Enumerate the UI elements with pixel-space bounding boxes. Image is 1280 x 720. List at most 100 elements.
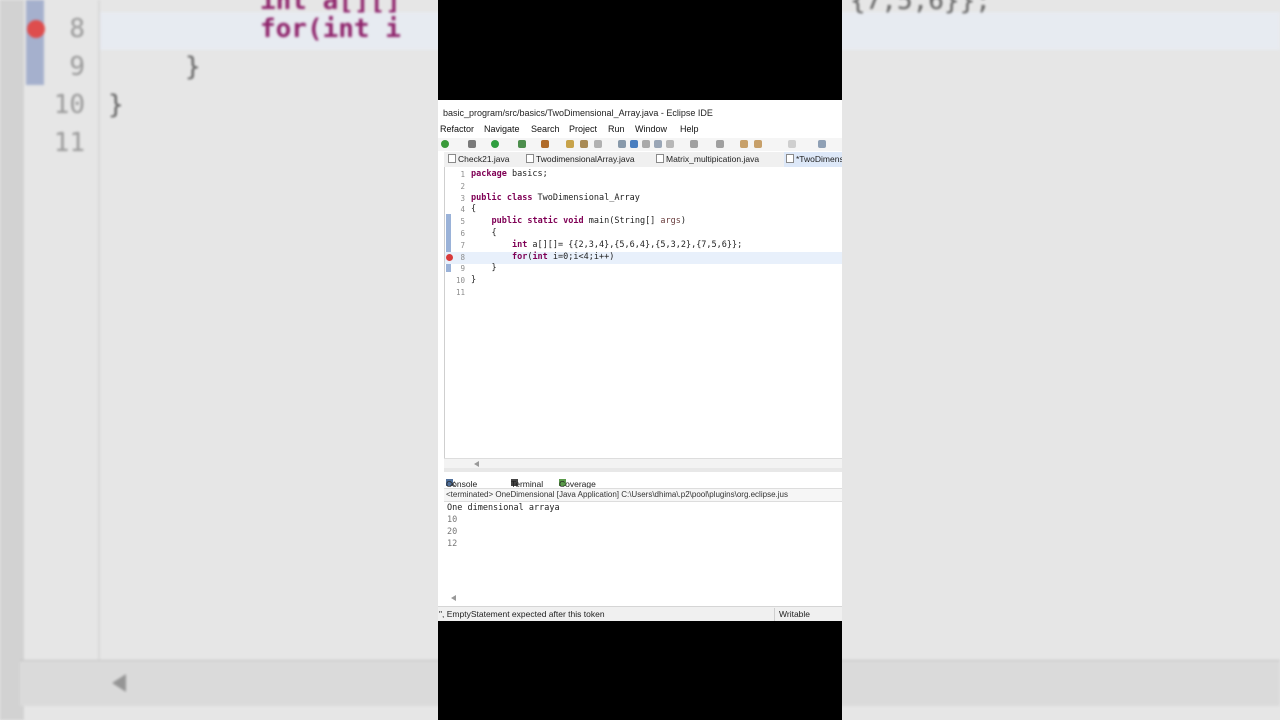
console-line: 20 [447, 527, 458, 537]
tab-check21[interactable]: Check21.java [448, 154, 510, 164]
search-icon[interactable] [594, 140, 602, 148]
tab-matrix-multipication[interactable]: Matrix_multipication.java [656, 154, 759, 164]
scroll-left-icon[interactable] [474, 461, 479, 467]
error-icon[interactable] [446, 253, 453, 261]
tab-label: Check21.java [458, 154, 510, 164]
code-token: a[][]= {{2,3,4},{5,6,4},{5,3,2},{7,5,6}}… [527, 239, 743, 250]
line-number: 10 [455, 276, 465, 286]
open-task-icon[interactable] [580, 140, 588, 148]
status-message: ", EmptyStatement expected after this to… [439, 609, 605, 619]
java-file-icon [448, 154, 456, 163]
code-line[interactable]: 6 { [445, 228, 842, 240]
code-text: int a[][]= {{2,3,4},{5,6,4},{5,3,2},{7,5… [471, 240, 742, 250]
bottom-panel-tabs: Console ✕ Terminal Coverage [444, 473, 842, 489]
code-line[interactable]: 7 int a[][]= {{2,3,4},{5,6,4},{5,3,2},{7… [445, 240, 842, 252]
pin-icon[interactable] [618, 140, 626, 148]
code-token: int [532, 251, 548, 262]
coverage-icon[interactable] [518, 140, 526, 148]
whitespace-icon[interactable] [666, 140, 674, 148]
code-token: main(String[] [583, 216, 661, 227]
bg-line-number: 8 [69, 14, 85, 44]
code-token: public [471, 192, 502, 203]
bg-code-line: } [185, 52, 201, 82]
block-select-icon[interactable] [654, 140, 662, 148]
code-line[interactable]: 11 [445, 287, 842, 299]
scroll-left-icon[interactable] [451, 595, 456, 601]
bg-line-number: 10 [53, 90, 85, 120]
code-token: for [511, 251, 528, 262]
code-token: } [471, 275, 477, 286]
console-line: 12 [447, 539, 458, 549]
menu-navigate[interactable]: Navigate [484, 124, 520, 134]
tab-twodimensional-array[interactable]: *TwoDimens [784, 152, 842, 167]
letterbox-bottom [438, 621, 842, 720]
code-line[interactable]: 3 public class TwoDimensional_Array [445, 193, 842, 205]
run-icon[interactable] [491, 140, 499, 148]
external-tools-icon[interactable] [541, 140, 549, 148]
new-icon[interactable] [441, 140, 449, 148]
bg-code-line: } [108, 90, 124, 120]
code-text: } [471, 275, 476, 285]
debug-icon[interactable] [468, 140, 476, 148]
console-line: 10 [447, 515, 458, 525]
code-editor[interactable]: 1 package basics; 2 3 public class TwoDimens… [444, 167, 842, 467]
code-line[interactable]: 9 } [445, 263, 842, 275]
code-text: public class TwoDimensional_Array [471, 193, 640, 203]
tab-label: *TwoDimens [796, 154, 842, 164]
menu-search[interactable]: Search [531, 124, 560, 134]
code-line[interactable]: 1 package basics; [445, 169, 842, 181]
code-text: for(int i=0;i<4;i++) [471, 252, 614, 262]
highlight-icon[interactable] [630, 140, 638, 148]
toggle-icon[interactable] [642, 140, 650, 148]
code-line[interactable]: 8 for(int i=0;i<4;i++) [445, 251, 842, 264]
letterbox-top [438, 0, 842, 100]
menu-refactor[interactable]: Refactor [440, 124, 474, 134]
code-token: int [511, 239, 528, 250]
bg-line-number: 9 [69, 52, 85, 82]
menu-run[interactable]: Run [608, 124, 625, 134]
console-horizontal-scrollbar[interactable] [444, 593, 842, 603]
code-text: } [471, 263, 497, 274]
line-number: 7 [460, 240, 465, 250]
line-number: 3 [460, 193, 465, 203]
code-text: { [471, 204, 476, 214]
console-line: One dimensional arraya [447, 503, 560, 513]
line-number: 5 [460, 217, 465, 227]
java-file-icon [526, 154, 534, 163]
status-write-mode: Writable [779, 609, 811, 619]
menu-window[interactable]: Window [635, 124, 667, 134]
line-number: 6 [460, 229, 465, 238]
open-perspective-icon[interactable] [818, 140, 826, 148]
code-token: } [471, 263, 497, 274]
forward-icon[interactable] [788, 140, 796, 148]
code-token: ) [680, 216, 687, 227]
line-number: 9 [460, 264, 465, 274]
open-type-icon[interactable] [566, 140, 574, 148]
code-line[interactable]: 2 [445, 181, 842, 193]
menu-project[interactable]: Project [569, 124, 597, 134]
code-line[interactable]: 10} [445, 275, 842, 287]
back-icon[interactable] [754, 140, 762, 148]
bg-line-number: 11 [53, 128, 85, 158]
console-output[interactable]: One dimensional arraya 10 20 12 [444, 501, 842, 601]
status-bar: ", EmptyStatement expected after this to… [438, 606, 842, 621]
next-annotation-icon[interactable] [690, 140, 698, 148]
tab-twodimensionalarray[interactable]: TwodimensionalArray.java [526, 154, 635, 164]
code-line[interactable]: 5 public static void main(String[] args) [445, 216, 842, 228]
panel-divider[interactable] [444, 468, 842, 472]
code-line[interactable]: 4{ [445, 204, 842, 216]
code-token: { [471, 204, 477, 215]
code-token: args [660, 216, 681, 227]
code-token: TwoDimensional_Array [532, 192, 640, 203]
console-header: <terminated> OneDimensional [Java Applic… [444, 488, 842, 502]
code-text: package basics; [471, 169, 548, 179]
line-number: 1 [460, 170, 465, 179]
last-edit-icon[interactable] [740, 140, 748, 148]
prev-annotation-icon[interactable] [716, 140, 724, 148]
menu-help[interactable]: Help [680, 124, 699, 134]
code-token: { [471, 228, 497, 238]
line-number: 11 [455, 288, 465, 297]
